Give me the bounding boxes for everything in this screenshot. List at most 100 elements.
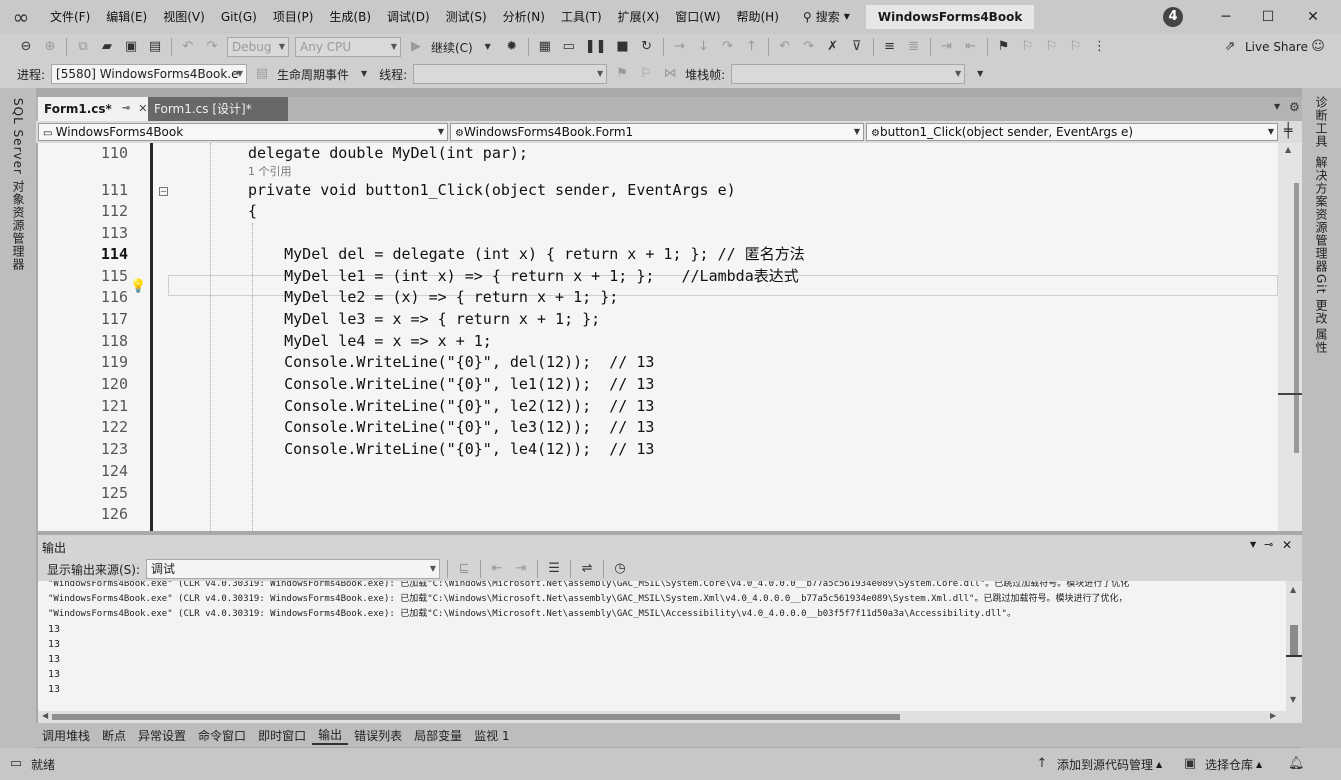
timestamp-icon[interactable]: ◷ — [612, 560, 628, 578]
pin-icon[interactable]: ⊸ — [1264, 538, 1273, 551]
redo-icon[interactable]: ↷ — [204, 38, 220, 56]
thread-select[interactable]: ▼ — [413, 64, 608, 84]
word-wrap-icon[interactable]: ⇌ — [579, 560, 595, 578]
output-vertical-scrollbar[interactable]: ▲ ▼ — [1286, 581, 1302, 711]
toolbar-options-icon[interactable]: ▼ — [972, 65, 988, 83]
back-icon[interactable]: ⊖ — [18, 38, 34, 56]
code-line[interactable]: 111 private void button1_Click(object sen… — [38, 180, 1278, 201]
menu-analyze[interactable]: 分析(N) — [495, 0, 553, 34]
lightbulb-icon[interactable]: 💡 — [130, 279, 146, 294]
tab-locals[interactable]: 局部变量 — [408, 727, 468, 744]
git-changes-tab[interactable]: Git 更改 — [1313, 274, 1330, 325]
output-horizontal-scrollbar[interactable]: ◀ ▶ — [38, 711, 1302, 723]
tab-watch-1[interactable]: 监视 1 — [468, 727, 515, 744]
menu-file[interactable]: 文件(F) — [42, 0, 98, 34]
code-line[interactable]: 118 MyDel le4 = x => x + 1; — [38, 331, 1278, 352]
flag-thread-icon[interactable]: ⚑ — [614, 65, 630, 83]
feedback-icon[interactable]: ☺ — [1310, 38, 1326, 56]
solution-explorer-tab[interactable]: 解决方案资源管理器 — [1313, 156, 1330, 273]
tab-form1-design[interactable]: Form1.cs [设计]* — [148, 97, 288, 121]
menu-extensions[interactable]: 扩展(X) — [610, 0, 668, 34]
comment-out-icon[interactable]: ≡ — [882, 38, 898, 56]
code-line[interactable]: 120 Console.WriteLine("{0}", le1(12)); /… — [38, 374, 1278, 395]
split-window-icon[interactable]: ╪ — [1284, 123, 1292, 139]
menu-edit[interactable]: 编辑(E) — [98, 0, 155, 34]
code-line[interactable]: 114 MyDel del = delegate (int x) { retur… — [38, 244, 1278, 265]
flag-only-icon[interactable]: ⚐ — [638, 65, 654, 83]
tab-output[interactable]: 输出 — [312, 726, 349, 745]
maximize-button[interactable]: ☐ — [1245, 0, 1291, 34]
continue-button[interactable]: 继续(C) — [431, 39, 473, 56]
forward-step-icon[interactable]: ↷ — [801, 38, 817, 56]
back-step-icon[interactable]: ↶ — [777, 38, 793, 56]
class-select[interactable]: ⚙WindowsForms4Book.Form1 ▼ — [450, 123, 864, 141]
breakpoint-options-icon[interactable]: ✗ — [825, 38, 841, 56]
output-text-area[interactable]: "WindowsForms4Book.exe" (CLR v4.0.30319:… — [38, 581, 1286, 711]
notification-badge[interactable]: 4 — [1163, 7, 1183, 27]
select-repo-button[interactable]: ▣ 选择仓库 ▲ — [1178, 755, 1262, 773]
save-all-icon[interactable]: ▤ — [147, 38, 163, 56]
chevron-down-icon[interactable]: ▼ — [356, 65, 372, 83]
clear-all-icon[interactable]: ☰ — [546, 560, 562, 578]
close-icon[interactable]: ✕ — [1282, 538, 1292, 552]
menu-build[interactable]: 生成(B) — [321, 0, 379, 34]
menu-debug[interactable]: 调试(D) — [379, 0, 438, 34]
code-line[interactable]: 117 MyDel le3 = x => { return x + 1; }; — [38, 309, 1278, 330]
stackframe-select[interactable]: ▼ — [731, 64, 966, 84]
tab-command-window[interactable]: 命令窗口 — [192, 727, 252, 744]
code-line[interactable]: 122 Console.WriteLine("{0}", le3(12)); /… — [38, 417, 1278, 438]
step-over-icon[interactable]: ↷ — [720, 38, 736, 56]
code-line[interactable]: 113 — [38, 223, 1278, 244]
search-button[interactable]: ⚲ 搜索 ▼ — [793, 5, 860, 29]
code-line[interactable]: 125 — [38, 483, 1278, 504]
menu-project[interactable]: 项目(P) — [265, 0, 322, 34]
code-line[interactable]: 124 — [38, 461, 1278, 482]
window-layout-icon[interactable]: ▭ — [561, 38, 577, 56]
tab-form1-cs[interactable]: Form1.cs* ⊸ ✕ — [38, 97, 148, 121]
tab-list-dropdown-icon[interactable]: ▼ — [1274, 102, 1280, 111]
stop-icon[interactable]: ■ — [615, 38, 631, 56]
find-in-output-icon[interactable]: ⊑ — [456, 560, 472, 578]
menu-help[interactable]: 帮助(H) — [729, 0, 787, 34]
gear-icon[interactable]: ⚙ — [1289, 100, 1300, 114]
next-bookmark-icon[interactable]: ⚐ — [1044, 38, 1060, 56]
code-line[interactable]: 123 Console.WriteLine("{0}", le4(12)); /… — [38, 439, 1278, 460]
tab-call-stack[interactable]: 调用堆栈 — [36, 727, 96, 744]
close-icon[interactable]: ✕ — [138, 97, 147, 121]
properties-tab[interactable]: 属性 — [1313, 328, 1330, 354]
code-line[interactable]: 110 delegate double MyDel(int par); — [38, 143, 1278, 164]
code-line[interactable]: 112 { — [38, 201, 1278, 222]
restart-icon[interactable]: ↻ — [639, 38, 655, 56]
pin-icon[interactable]: ⊸ — [122, 97, 130, 121]
forward-icon[interactable]: ⊕ — [42, 38, 58, 56]
clear-bookmarks-icon[interactable]: ⚐ — [1068, 38, 1084, 56]
scroll-left-icon[interactable]: ◀ — [42, 711, 48, 720]
prev-bookmark-icon[interactable]: ⚐ — [1020, 38, 1036, 56]
chevron-down-icon[interactable]: ▼ — [480, 38, 496, 56]
menu-window[interactable]: 窗口(W) — [667, 0, 728, 34]
tab-breakpoints[interactable]: 断点 — [96, 727, 132, 744]
menu-test[interactable]: 测试(S) — [438, 0, 495, 34]
member-select[interactable]: ⚙button1_Click(object sender, EventArgs … — [866, 123, 1278, 141]
toolbar-options-icon[interactable]: ⋮ — [1092, 38, 1108, 56]
live-share-button[interactable]: ⇗ Live Share — [1218, 38, 1311, 56]
undo-icon[interactable]: ↶ — [180, 38, 196, 56]
close-window-button[interactable]: ✕ — [1290, 0, 1336, 34]
step-into-icon[interactable]: ↓ — [696, 38, 712, 56]
scrollbar-thumb[interactable] — [52, 714, 900, 720]
next-message-icon[interactable]: ⇥ — [513, 560, 529, 578]
sql-server-explorer-tab[interactable]: SQL Server 对象资源管理器 — [10, 98, 27, 271]
step-out-icon[interactable]: ↑ — [744, 38, 760, 56]
code-line[interactable]: 115 MyDel le1 = (int x) => { return x + … — [38, 266, 1278, 287]
notifications-bell-icon[interactable]: 🔔︎ — [1288, 755, 1305, 773]
hot-reload-icon[interactable]: ✹ — [504, 38, 520, 56]
bookmark-icon[interactable]: ⚑ — [996, 38, 1012, 56]
scroll-down-icon[interactable]: ▼ — [1290, 695, 1296, 704]
configuration-select[interactable]: Debug ▼ — [227, 37, 289, 57]
play-icon[interactable]: ▶ — [408, 38, 424, 56]
scrollbar-thumb[interactable] — [1290, 625, 1298, 655]
reference-hint[interactable]: 1 个引用 — [248, 165, 292, 179]
code-line[interactable]: 121 Console.WriteLine("{0}", le2(12)); /… — [38, 396, 1278, 417]
split-stack-icon[interactable]: ⋈ — [662, 65, 678, 83]
scroll-up-icon[interactable]: ▲ — [1290, 585, 1296, 594]
